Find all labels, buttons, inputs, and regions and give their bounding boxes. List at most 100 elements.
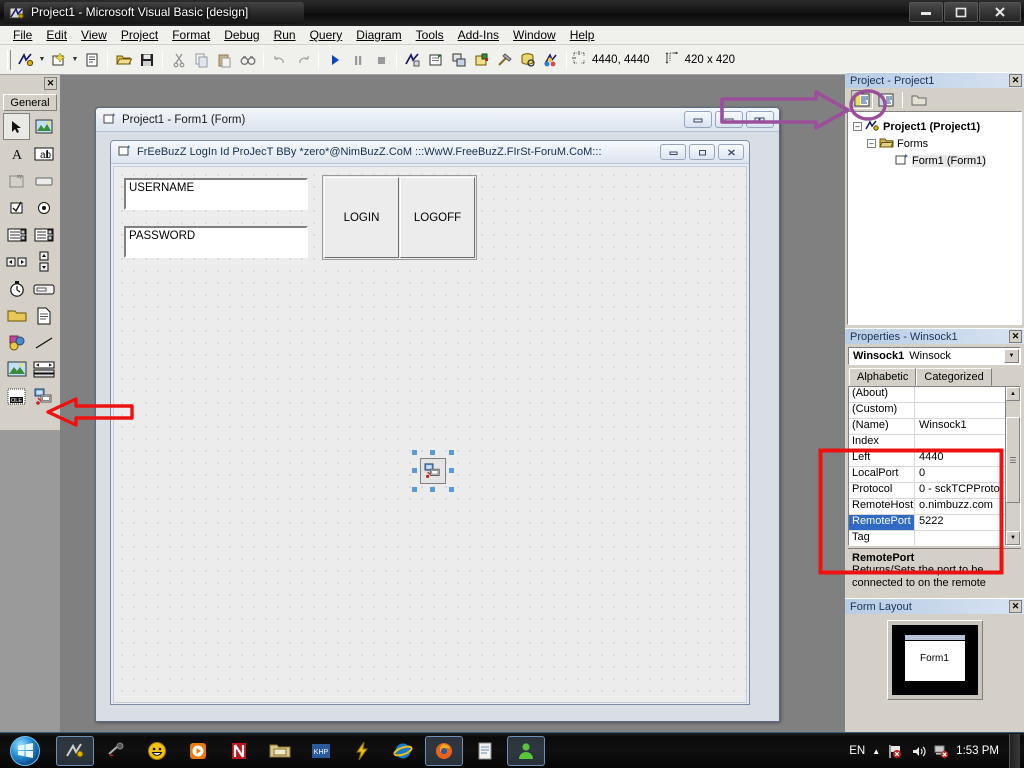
properties-close-button[interactable]: ✕	[1009, 330, 1022, 343]
drivelistbox-tool[interactable]	[30, 275, 57, 302]
menu-edit[interactable]: Edit	[39, 26, 74, 44]
task-explorer[interactable]	[261, 736, 299, 766]
form1-maximize-button[interactable]	[689, 144, 715, 160]
chevron-down-icon[interactable]: ▼	[1004, 349, 1019, 363]
form1-title-bar[interactable]: FrEeBuzZ LogIn Id ProJecT BBy *zero*@Nim…	[111, 141, 749, 164]
toggle-folders-button[interactable]	[908, 90, 930, 109]
checkbox-tool[interactable]	[3, 194, 30, 221]
form-layout-form-preview[interactable]: Form1	[903, 634, 966, 682]
project-explorer-close-button[interactable]: ✕	[1009, 74, 1022, 87]
winsock-control[interactable]	[420, 458, 446, 484]
selection-handle[interactable]	[412, 487, 417, 492]
property-row-about[interactable]: (About)	[849, 387, 1020, 403]
network-icon[interactable]	[933, 743, 949, 759]
flag-action-center-icon[interactable]	[887, 743, 903, 759]
object-selector-combobox[interactable]: Winsock1 Winsock ▼	[848, 347, 1021, 365]
login-button[interactable]: LOGIN	[324, 177, 399, 258]
image-tool[interactable]	[3, 356, 30, 383]
scrollbar-thumb[interactable]: ☰	[1006, 417, 1020, 503]
window-minimize-button[interactable]	[909, 2, 943, 22]
task-notepad[interactable]	[466, 736, 504, 766]
scroll-down-button[interactable]: ▼	[1006, 531, 1020, 545]
properties-window-button[interactable]	[424, 49, 447, 71]
property-row-name[interactable]: (Name) Winsock1	[849, 419, 1020, 435]
password-textbox[interactable]: PASSWORD	[124, 226, 308, 258]
label-tool[interactable]: A	[3, 140, 30, 167]
tree-node-project[interactable]: – Project1 (Project1)	[851, 118, 1018, 135]
pointer-tool[interactable]	[3, 113, 30, 140]
form-layout-close-button[interactable]: ✕	[1009, 600, 1022, 613]
property-row-localport[interactable]: LocalPort 0	[849, 467, 1020, 483]
language-indicator[interactable]: EN	[849, 745, 865, 757]
textbox-tool[interactable]: ab	[30, 140, 57, 167]
volume-speaker-icon[interactable]	[910, 743, 926, 759]
property-row-left[interactable]: Left 4440	[849, 451, 1020, 467]
undo-button[interactable]	[268, 49, 291, 71]
object-browser-button[interactable]	[470, 49, 493, 71]
save-project-button[interactable]	[135, 49, 158, 71]
scroll-up-button[interactable]: ▲	[1006, 387, 1020, 401]
task-media-tool[interactable]	[97, 736, 135, 766]
logoff-button[interactable]: LOGOFF	[400, 177, 475, 258]
show-hidden-icons-button[interactable]: ▲	[872, 747, 880, 756]
menu-help[interactable]: Help	[563, 26, 602, 44]
data-control-tool[interactable]	[30, 356, 57, 383]
menu-diagram[interactable]: Diagram	[349, 26, 408, 44]
timer-tool[interactable]	[3, 275, 30, 302]
line-tool[interactable]	[30, 329, 57, 356]
add-form-button[interactable]	[47, 49, 70, 71]
property-row-protocol[interactable]: Protocol 0 - sckTCPProto	[849, 483, 1020, 499]
menu-view[interactable]: View	[74, 26, 114, 44]
tab-categorized[interactable]: Categorized	[916, 368, 992, 386]
tree-expander[interactable]: –	[867, 139, 876, 148]
menu-tools[interactable]: Tools	[409, 26, 451, 44]
menu-project[interactable]: Project	[114, 26, 165, 44]
copy-button[interactable]	[190, 49, 213, 71]
task-lightning[interactable]	[343, 736, 381, 766]
start-button[interactable]	[2, 734, 48, 768]
tree-node-form1[interactable]: Form1 (Form1)	[851, 152, 1018, 169]
show-desktop-button[interactable]	[1009, 734, 1020, 768]
menu-editor-button[interactable]	[80, 49, 103, 71]
menu-addins[interactable]: Add-Ins	[451, 26, 506, 44]
selection-handle[interactable]	[430, 450, 435, 455]
task-firefox[interactable]	[425, 735, 463, 766]
add-project-button[interactable]	[14, 49, 37, 71]
frame-tool[interactable]: xy	[3, 167, 30, 194]
property-row-index[interactable]: Index	[849, 435, 1020, 451]
tree-node-forms[interactable]: – Forms	[851, 135, 1018, 152]
start-button[interactable]	[323, 49, 346, 71]
cut-button[interactable]	[167, 49, 190, 71]
task-green-person[interactable]	[507, 735, 545, 766]
window-close-button[interactable]	[979, 2, 1021, 22]
form-layout-button[interactable]	[447, 49, 470, 71]
shape-tool[interactable]	[3, 329, 30, 356]
selection-handle[interactable]	[449, 450, 454, 455]
tree-expander[interactable]: –	[853, 122, 862, 131]
properties-scrollbar[interactable]: ▲ ☰ ▼	[1005, 387, 1020, 545]
property-row-tag[interactable]: Tag	[849, 531, 1020, 545]
menu-file[interactable]: File	[6, 26, 39, 44]
winsock-tool[interactable]	[30, 383, 57, 410]
listbox-tool[interactable]	[30, 221, 57, 248]
dirlistbox-tool[interactable]	[3, 302, 30, 329]
menu-window[interactable]: Window	[506, 26, 563, 44]
view-object-button[interactable]	[875, 90, 897, 109]
task-media-player[interactable]	[179, 736, 217, 766]
properties-grid[interactable]: (About) (Custom) (Name) Winsock1 Index L…	[848, 386, 1021, 546]
redo-button[interactable]	[291, 49, 314, 71]
picturebox-tool[interactable]	[30, 113, 57, 140]
paste-button[interactable]	[213, 49, 236, 71]
form1-close-button[interactable]	[718, 144, 744, 160]
open-project-button[interactable]	[112, 49, 135, 71]
toolbox-close-button[interactable]: ✕	[44, 77, 57, 90]
task-khp[interactable]: KHP	[302, 736, 340, 766]
designer-restore-button[interactable]	[715, 111, 743, 128]
form1-canvas[interactable]: USERNAME PASSWORD LOGIN LOGOFF	[113, 166, 747, 703]
selection-handle[interactable]	[412, 450, 417, 455]
commandbutton-tool[interactable]	[30, 167, 57, 194]
form-designer-title-bar[interactable]: Project1 - Form1 (Form)	[96, 108, 779, 132]
project-tree[interactable]: – Project1 (Project1) – Forms Form1 (For…	[847, 111, 1022, 325]
form1-minimize-button[interactable]	[660, 144, 686, 160]
end-button[interactable]	[369, 49, 392, 71]
